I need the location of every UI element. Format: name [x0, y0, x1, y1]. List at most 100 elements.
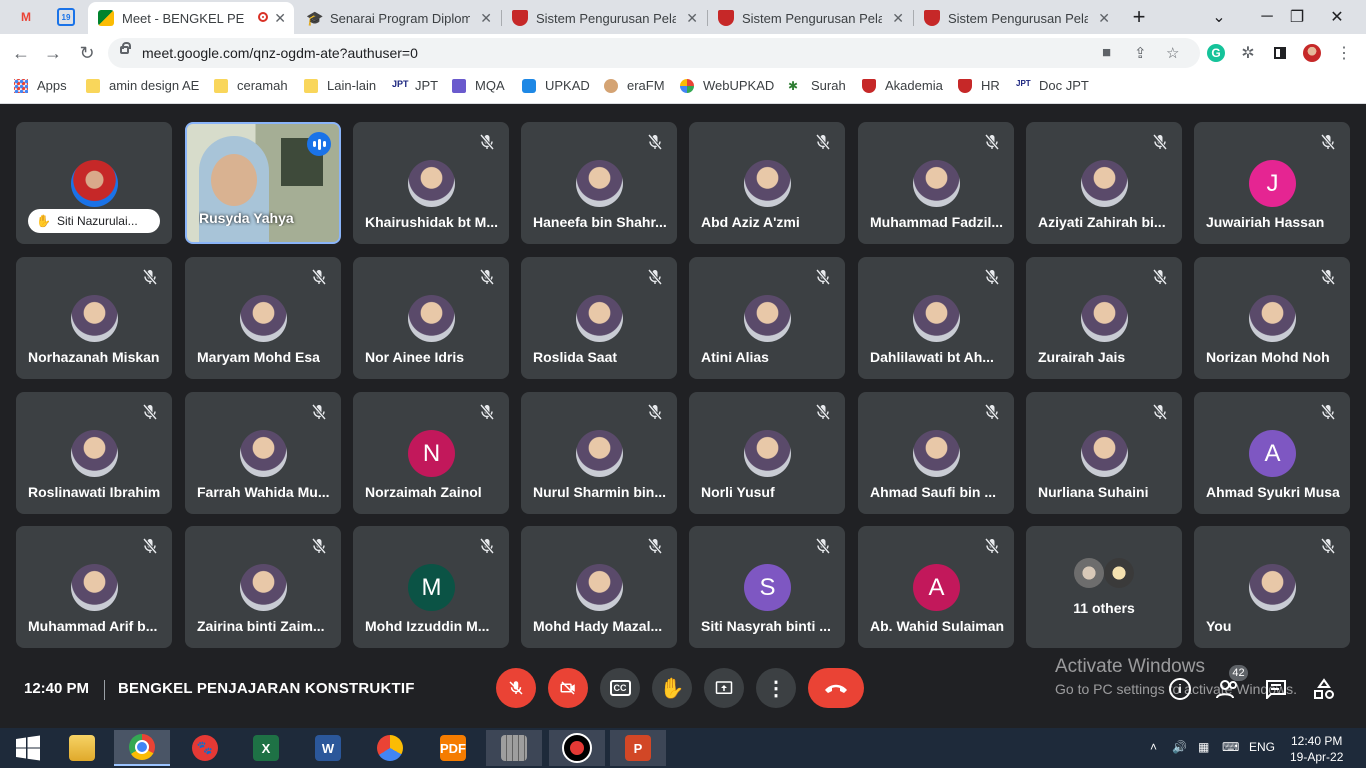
participant-tile-juwairiah-hassan[interactable]: J Juwairiah Hassan: [1194, 122, 1350, 244]
more-options-button[interactable]: ⋮: [756, 668, 796, 708]
bookmark-upkad[interactable]: UPKAD: [522, 78, 590, 93]
participant-tile-farrah-wahida-mu[interactable]: Farrah Wahida Mu...: [185, 392, 341, 514]
connection-icon[interactable]: ⌨: [1222, 740, 1239, 754]
participant-tile-zairina-binti-zaim[interactable]: Zairina binti Zaim...: [185, 526, 341, 648]
volume-icon[interactable]: 🔊: [1172, 740, 1187, 754]
close-tab-icon[interactable]: ✕: [686, 10, 698, 27]
participant-tile-nurliana-suhaini[interactable]: Nurliana Suhaini: [1026, 392, 1182, 514]
close-tab-icon[interactable]: ✕: [892, 10, 904, 27]
participant-tile-muhammad-fadzil[interactable]: Muhammad Fadzil...: [858, 122, 1014, 244]
taskbar-app-wall[interactable]: [486, 730, 542, 766]
participant-tile-ab-wahid-sulaiman[interactable]: A Ab. Wahid Sulaiman: [858, 526, 1014, 648]
participant-tile-mohd-izzuddin-m[interactable]: M Mohd Izzuddin M...: [353, 526, 509, 648]
tab-meet[interactable]: Meet - BENGKEL PENJAJARAN KONSTRUKTIF ✕: [88, 2, 294, 34]
profile-avatar-icon[interactable]: [1303, 44, 1321, 62]
tab-senarai-program[interactable]: 🎓 Senarai Program Diploma ✕: [296, 2, 500, 34]
participant-tile-khairushidak-bt-m[interactable]: Khairushidak bt M...: [353, 122, 509, 244]
bookmark-lain-lain[interactable]: Lain-lain: [304, 78, 376, 93]
browser-menu-icon[interactable]: ⋮: [1335, 44, 1353, 62]
camera-icon[interactable]: ■: [1102, 44, 1111, 61]
taskbar-app-paw[interactable]: 🐾: [177, 730, 233, 766]
bookmark-doc-jpt[interactable]: JPT Doc JPT: [1016, 78, 1089, 93]
activities-button[interactable]: [1311, 676, 1337, 702]
participant-tile-mohd-hady-mazal[interactable]: Mohd Hady Mazal...: [521, 526, 677, 648]
captions-button[interactable]: CC: [600, 668, 640, 708]
participant-tile-norzaimah-zainol[interactable]: N Norzaimah Zainol: [353, 392, 509, 514]
close-window-button[interactable]: ✕: [1314, 0, 1360, 34]
participant-tile-abd-aziz-a-zmi[interactable]: Abd Aziz A'zmi: [689, 122, 845, 244]
bookmark-apps[interactable]: Apps: [14, 78, 67, 93]
bookmark-jpt[interactable]: JPT JPT: [392, 78, 438, 93]
gmail-pinned-tab[interactable]: M: [8, 4, 44, 30]
back-arrow-icon[interactable]: ←: [10, 42, 32, 64]
participant-tile-aziyati-zahirah-bi[interactable]: Aziyati Zahirah bi...: [1026, 122, 1182, 244]
participant-tile-nurul-sharmin-bin[interactable]: Nurul Sharmin bin...: [521, 392, 677, 514]
taskbar-browser-globe[interactable]: [362, 730, 418, 766]
participant-tile-roslinawati-ibrahim[interactable]: Roslinawati Ibrahim: [16, 392, 172, 514]
present-screen-button[interactable]: [704, 668, 744, 708]
tab-sistem-pengurusan-1[interactable]: Sistem Pengurusan Pelajar ✕: [502, 2, 706, 34]
participant-tile-norli-yusuf[interactable]: Norli Yusuf: [689, 392, 845, 514]
participant-tile-11-others[interactable]: 11 others: [1026, 526, 1182, 648]
bookmark-star-icon[interactable]: ☆: [1166, 44, 1179, 62]
grammarly-extension-icon[interactable]: G: [1207, 44, 1225, 62]
taskbar-word[interactable]: W: [300, 730, 356, 766]
bookmark-akademia[interactable]: Akademia: [862, 78, 943, 93]
tab-sistem-pengurusan-2[interactable]: Sistem Pengurusan Pelajar ✕: [708, 2, 912, 34]
participant-tile-roslida-saat[interactable]: Roslida Saat: [521, 257, 677, 379]
participant-tile-zurairah-jais[interactable]: Zurairah Jais: [1026, 257, 1182, 379]
close-tab-icon[interactable]: ✕: [274, 10, 286, 27]
language-indicator[interactable]: ENG: [1249, 740, 1275, 754]
participant-tile-maryam-mohd-esa[interactable]: Maryam Mohd Esa: [185, 257, 341, 379]
participant-tile-norizan-mohd-noh[interactable]: Norizan Mohd Noh: [1194, 257, 1350, 379]
extensions-puzzle-icon[interactable]: ✲: [1239, 44, 1257, 62]
raise-hand-button[interactable]: ✋: [652, 668, 692, 708]
participant-tile-ahmad-saufi-bin[interactable]: Ahmad Saufi bin ...: [858, 392, 1014, 514]
chat-button[interactable]: [1263, 676, 1289, 702]
tab-sistem-pengurusan-3[interactable]: Sistem Pengurusan Pelajar ✕: [914, 2, 1118, 34]
reload-icon[interactable]: ↻: [76, 42, 98, 64]
tab-search-chevron-icon[interactable]: ⌄: [1196, 0, 1242, 34]
taskbar-excel[interactable]: X: [238, 730, 294, 766]
bookmark-erafm[interactable]: eraFM: [604, 78, 665, 93]
leave-call-button[interactable]: [808, 668, 864, 708]
bookmark-webupkad[interactable]: WebUPKAD: [680, 78, 774, 93]
bookmark-ceramah[interactable]: ceramah: [214, 78, 288, 93]
participant-tile-norhazanah-miskan[interactable]: Norhazanah Miskan: [16, 257, 172, 379]
address-bar[interactable]: meet.google.com/qnz-ogdm-ate?authuser=0 …: [108, 38, 1200, 68]
taskbar-chrome[interactable]: [114, 730, 170, 766]
close-tab-icon[interactable]: ✕: [480, 10, 492, 27]
forward-arrow-icon[interactable]: →: [42, 42, 64, 64]
calendar-pinned-tab[interactable]: 19: [48, 4, 84, 30]
bookmark-amin-design[interactable]: amin design AE: [86, 78, 199, 93]
share-icon[interactable]: ⇪: [1134, 44, 1147, 62]
close-tab-icon[interactable]: ✕: [1098, 10, 1110, 27]
network-icon[interactable]: ▦: [1198, 740, 1209, 754]
participant-tile-atini-alias[interactable]: Atini Alias: [689, 257, 845, 379]
camera-off-button[interactable]: [548, 668, 588, 708]
microphone-off-button[interactable]: [496, 668, 536, 708]
taskbar-file-explorer[interactable]: [54, 730, 110, 766]
new-tab-button[interactable]: +: [1118, 0, 1160, 34]
taskbar-recorder[interactable]: [549, 730, 605, 766]
taskbar-pdf[interactable]: PDF: [425, 730, 481, 766]
side-panel-icon[interactable]: [1271, 44, 1289, 62]
participant-tile-ahmad-syukri-musa[interactable]: A Ahmad Syukri Musa: [1194, 392, 1350, 514]
taskbar-powerpoint[interactable]: P: [610, 730, 666, 766]
participant-tile-nor-ainee-idris[interactable]: Nor Ainee Idris: [353, 257, 509, 379]
participant-name: Ahmad Syukri Musa: [1206, 484, 1340, 500]
bookmark-surah[interactable]: ✱ Surah: [788, 78, 846, 93]
participant-tile-siti-nasyrah-binti[interactable]: S Siti Nasyrah binti ...: [689, 526, 845, 648]
participant-tile-rusyda-yahya[interactable]: Rusyda Yahya: [185, 122, 341, 244]
bookmark-hr[interactable]: HR: [958, 78, 1000, 93]
bookmark-mqa[interactable]: MQA: [452, 78, 505, 93]
show-hidden-icons-chevron-icon[interactable]: ˄: [1150, 740, 1157, 754]
participant-tile-you[interactable]: You: [1194, 526, 1350, 648]
participant-tile-siti-nazurulai[interactable]: ✋ Siti Nazurulai...: [16, 122, 172, 244]
participant-tile-haneefa-bin-shahr[interactable]: Haneefa bin Shahr...: [521, 122, 677, 244]
start-button[interactable]: [0, 730, 56, 766]
system-clock[interactable]: 12:40 PM 19-Apr-22: [1290, 733, 1343, 765]
meeting-info-button[interactable]: i: [1167, 676, 1193, 702]
participant-tile-muhammad-arif-b[interactable]: Muhammad Arif b...: [16, 526, 172, 648]
participant-tile-dahlilawati-bt-ah[interactable]: Dahlilawati bt Ah...: [858, 257, 1014, 379]
